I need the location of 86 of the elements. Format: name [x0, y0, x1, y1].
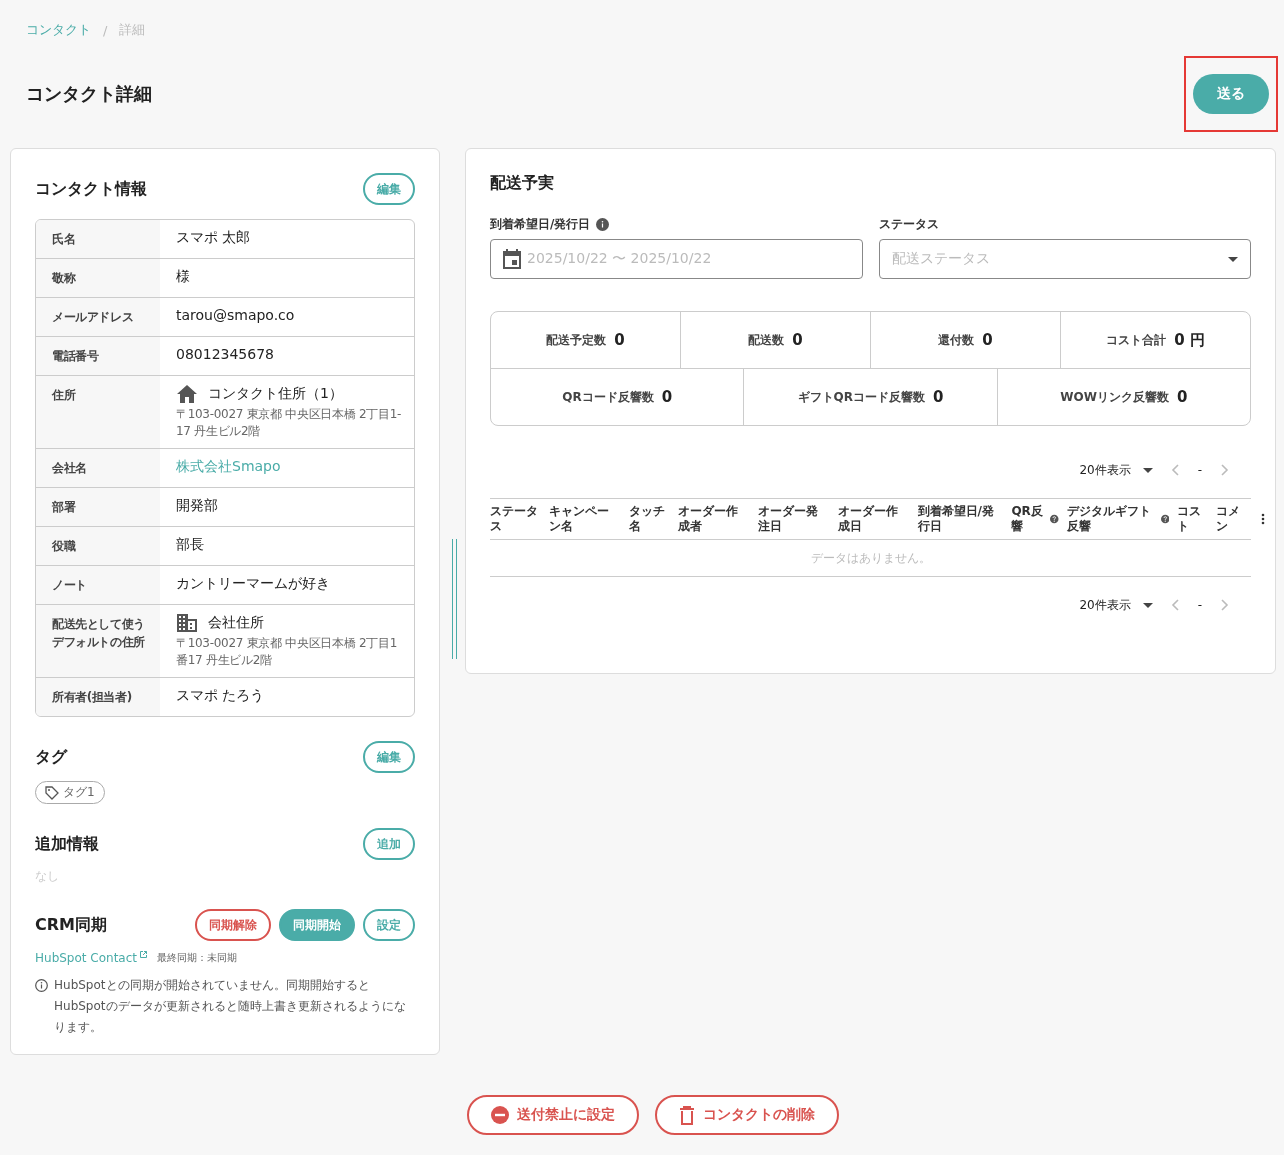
house-icon: [176, 384, 198, 404]
field-value: 部長: [175, 535, 205, 554]
building-icon: [176, 613, 198, 633]
field-label: 部署: [36, 488, 160, 526]
field-label: 氏名: [36, 220, 160, 258]
more-options-icon[interactable]: [1261, 513, 1265, 525]
field-label: 到着希望日/発行日: [490, 216, 591, 233]
field-label: 配送先として使うデフォルトの住所: [36, 605, 160, 677]
field-value: 様: [175, 267, 191, 286]
resize-handle[interactable]: [452, 539, 457, 659]
info-icon: [596, 218, 610, 231]
dropdown-caret-icon[interactable]: [1142, 602, 1153, 608]
column-header[interactable]: オーダー作成日: [837, 504, 910, 534]
section-title: CRM同期: [35, 914, 107, 936]
block-sending-button[interactable]: 送付禁止に設定: [467, 1095, 639, 1135]
field-label: 役職: [36, 527, 160, 565]
column-header[interactable]: キャンペーン名: [549, 504, 622, 534]
field-value: tarou@smapo.co: [175, 306, 296, 325]
field-value: スマポ 太郎: [175, 228, 252, 247]
column-header[interactable]: オーダー作成者: [678, 504, 750, 534]
help-icon: [1050, 514, 1059, 524]
dropdown-caret-icon[interactable]: [1228, 256, 1238, 262]
stat-label: WOWリンク反響数: [1060, 388, 1169, 406]
address-title: 会社住所: [208, 614, 264, 632]
dropdown-caret-icon[interactable]: [1142, 467, 1153, 473]
delete-contact-button[interactable]: コンタクトの削除: [655, 1095, 839, 1135]
page-title: コンタクト詳細: [26, 82, 152, 106]
page-indicator: -: [1197, 463, 1202, 477]
field-label: ノート: [36, 566, 160, 604]
address-text: 〒103-0027 東京都 中央区日本橋 2丁目1-17 丹生ビル2階: [176, 406, 402, 440]
stat-label: ギフトQRコード反響数: [797, 388, 925, 406]
field-label: 敬称: [36, 259, 160, 297]
previous-page-icon[interactable]: [1170, 464, 1180, 476]
stat-label: コスト合計: [1106, 331, 1167, 349]
field-label: 住所: [36, 376, 160, 448]
stat-label: 配送予定数: [546, 331, 607, 349]
stat-label: QRコード反響数: [562, 388, 654, 406]
stat-value: 0: [614, 331, 625, 349]
info-icon: [35, 979, 48, 992]
address-title: コンタクト住所（1）: [208, 385, 343, 403]
stat-label: 還付数: [938, 331, 975, 349]
trash-icon: [679, 1105, 695, 1125]
help-icon: [1160, 514, 1170, 524]
previous-page-icon[interactable]: [1170, 599, 1180, 611]
column-header[interactable]: ステータス: [490, 504, 542, 534]
page-size-select[interactable]: 20件表示: [1079, 596, 1131, 614]
tag-icon: [45, 785, 59, 800]
section-title: タグ: [35, 746, 67, 768]
page-size-select[interactable]: 20件表示: [1079, 461, 1131, 479]
column-header[interactable]: デジタルギフト反響: [1066, 504, 1159, 534]
field-value: カントリーマームが好き: [175, 574, 331, 593]
field-value: スマポ たろう: [175, 686, 266, 705]
stat-label: 配送数: [748, 331, 785, 349]
next-page-icon[interactable]: [1220, 464, 1229, 476]
column-header[interactable]: コスト: [1177, 504, 1209, 534]
page-indicator: -: [1197, 598, 1202, 612]
stat-value: 0: [933, 388, 944, 406]
stat-value: 0 円: [1174, 330, 1205, 350]
section-title: 追加情報: [35, 833, 99, 855]
last-sync-text: 最終同期：未同期: [157, 951, 238, 965]
stat-value: 0: [661, 388, 673, 406]
field-label: 会社名: [36, 449, 160, 487]
calendar-icon: [503, 249, 521, 269]
column-header[interactable]: QR反響: [1011, 504, 1049, 534]
column-header[interactable]: 到着希望日/発行日: [917, 504, 1004, 534]
field-label: 所有者(担当者): [36, 678, 160, 716]
next-page-icon[interactable]: [1220, 599, 1229, 611]
field-label: メールアドレス: [36, 298, 160, 336]
field-label: ステータス: [878, 216, 939, 233]
field-value: 開発部: [175, 496, 219, 515]
section-title: 配送予実: [490, 173, 555, 194]
minus-circle-icon: [491, 1106, 509, 1124]
column-header[interactable]: タッチ名: [629, 504, 671, 534]
field-value: 08012345678: [175, 345, 275, 364]
crm-button[interactable]: 同期解除: [195, 909, 271, 941]
column-header[interactable]: オーダー発注日: [757, 504, 830, 534]
section-title: コンタクト情報: [35, 178, 147, 200]
sync-notice: HubSpotとの同期が開始されていません。同期開始するとHubSpotのデータが更新されると随時上書き更新されるようになります。: [54, 977, 407, 1036]
address-text: 〒103-0027 東京都 中央区日本橋 2丁目1番17 丹生ビル2階: [176, 635, 398, 669]
stat-value: 0: [982, 331, 993, 349]
field-label: 電話番号: [36, 337, 160, 375]
stat-value: 0: [792, 331, 803, 349]
stat-value: 0: [1176, 388, 1188, 406]
breadcrumb-separator: /: [103, 22, 108, 38]
column-header[interactable]: コメン: [1216, 504, 1247, 534]
external-link-icon: [140, 951, 148, 958]
